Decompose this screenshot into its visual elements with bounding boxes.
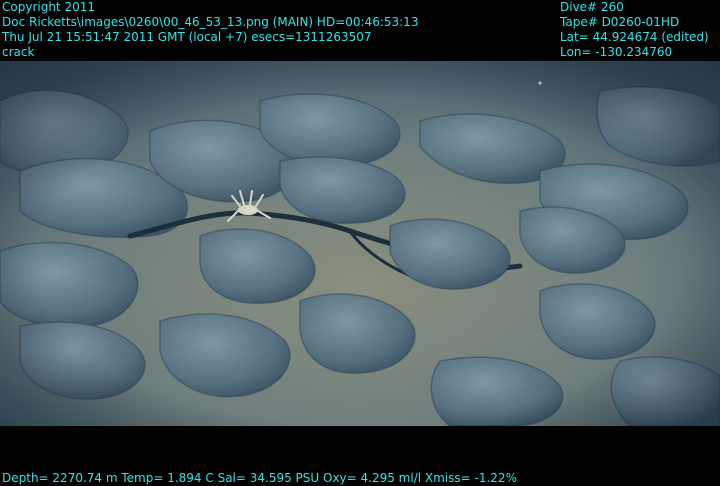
datetime-text: Thu Jul 21 15:51:47 2011 GMT (local +7) … — [2, 30, 372, 44]
latitude: Lat= 44.924674 (edited) — [560, 30, 709, 44]
dive-number: Dive# 260 — [560, 0, 624, 14]
longitude: Lon= -130.234760 — [560, 45, 673, 59]
lighting-vignette — [0, 61, 720, 426]
seafloor-image — [0, 61, 720, 426]
header-overlay: Copyright 2011 Doc Ricketts\images\0260\… — [0, 0, 720, 61]
footer-overlay: Depth= 2270.74 m Temp= 1.894 C Sal= 34.5… — [0, 426, 720, 486]
video-frame: Copyright 2011 Doc Ricketts\images\0260\… — [0, 0, 720, 486]
frame-label: crack — [2, 45, 35, 59]
header-right: Dive# 260 Tape# D0260-01HD Lat= 44.92467… — [560, 0, 709, 60]
tape-number: Tape# D0260-01HD — [560, 15, 680, 29]
seafloor-illustration — [0, 61, 720, 426]
sensor-telemetry: Depth= 2270.74 m Temp= 1.894 C Sal= 34.5… — [2, 471, 517, 485]
header-left: Copyright 2011 Doc Ricketts\images\0260\… — [2, 0, 418, 60]
image-source-text: Doc Ricketts\images\0260\00_46_53_13.png… — [2, 15, 419, 29]
copyright-text: Copyright 2011 — [2, 0, 95, 14]
